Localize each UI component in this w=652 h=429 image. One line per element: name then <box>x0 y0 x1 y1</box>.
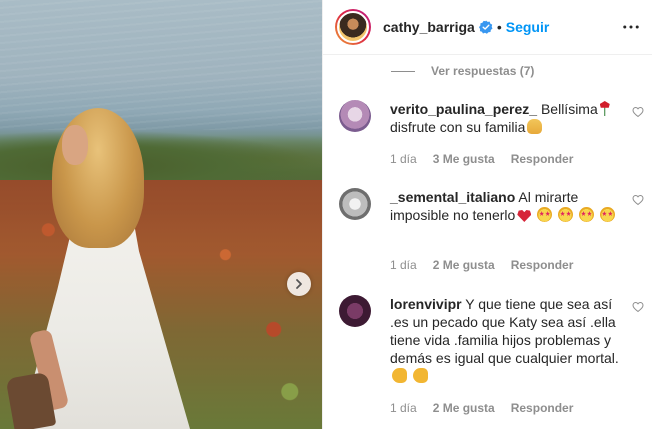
post-header: cathy_barriga • Seguir <box>323 0 652 55</box>
comment-likes[interactable]: 2 Me gusta <box>433 258 495 272</box>
verified-badge-icon <box>478 20 493 34</box>
flexed-biceps-emoji-icon <box>412 368 428 383</box>
sea <box>0 0 322 130</box>
comment-text-part: disfrute con su familia <box>390 119 526 135</box>
chevron-right-icon <box>296 279 302 289</box>
flexed-biceps-emoji-icon <box>392 368 407 383</box>
like-heart-icon[interactable] <box>632 106 644 118</box>
comment-item: verito_paulina_perez_ Bellísima disfrute… <box>339 100 644 176</box>
view-replies-label: Ver respuestas (7) <box>431 64 535 78</box>
praying-emoji-icon <box>527 119 543 134</box>
comment-text: verito_paulina_perez_ Bellísima disfrute… <box>390 100 622 136</box>
comment-item: lorenvivipr Y que tiene que sea así .es … <box>339 295 644 420</box>
star-struck-emoji-icon <box>578 207 594 222</box>
header-separator: • <box>496 19 502 35</box>
follow-button[interactable]: Seguir <box>506 19 550 35</box>
rose-emoji-icon <box>599 101 610 116</box>
commenter-username[interactable]: lorenvivipr <box>390 296 462 312</box>
commenter-username[interactable]: _semental_italiano <box>390 189 515 205</box>
replies-divider <box>391 70 415 72</box>
author-username[interactable]: cathy_barriga <box>383 19 475 35</box>
comment-meta: 1 día 2 Me gusta Responder <box>390 258 589 272</box>
comment-time[interactable]: 1 día <box>390 401 417 415</box>
comment-text-part: Bellísima <box>540 101 598 117</box>
star-struck-emoji-icon <box>558 207 574 222</box>
red-heart-emoji-icon <box>517 210 532 222</box>
reply-button[interactable]: Responder <box>511 258 574 272</box>
comment-meta: 1 día 3 Me gusta Responder <box>390 152 589 166</box>
comment-text: lorenvivipr Y que tiene que sea así .es … <box>390 295 622 385</box>
woman-face <box>62 125 88 165</box>
commenter-avatar[interactable] <box>339 100 371 132</box>
star-struck-emoji-icon <box>599 207 615 222</box>
comment-item: _semental_italiano Al mirarte imposible … <box>339 188 644 278</box>
next-photo-button[interactable] <box>287 272 311 296</box>
commenter-avatar[interactable] <box>339 295 371 327</box>
comment-likes[interactable]: 3 Me gusta <box>433 152 495 166</box>
comment-time[interactable]: 1 día <box>390 258 417 272</box>
like-heart-icon[interactable] <box>632 194 644 206</box>
comment-text: _semental_italiano Al mirarte imposible … <box>390 188 622 224</box>
like-heart-icon[interactable] <box>632 301 644 313</box>
reply-button[interactable]: Responder <box>511 152 574 166</box>
reply-button[interactable]: Responder <box>511 401 574 415</box>
comment-time[interactable]: 1 día <box>390 152 417 166</box>
comment-meta: 1 día 2 Me gusta Responder <box>390 401 589 415</box>
comment-likes[interactable]: 2 Me gusta <box>433 401 495 415</box>
commenter-username[interactable]: verito_paulina_perez_ <box>390 101 537 117</box>
star-struck-emoji-icon <box>537 207 553 222</box>
view-replies-button[interactable]: Ver respuestas (7) <box>391 64 534 78</box>
more-options-icon[interactable] <box>622 18 640 36</box>
post-side-panel: cathy_barriga • Seguir Ver respuestas (7… <box>322 0 652 429</box>
commenter-avatar[interactable] <box>339 188 371 220</box>
author-avatar[interactable] <box>335 9 371 45</box>
post-photo[interactable] <box>0 0 322 429</box>
